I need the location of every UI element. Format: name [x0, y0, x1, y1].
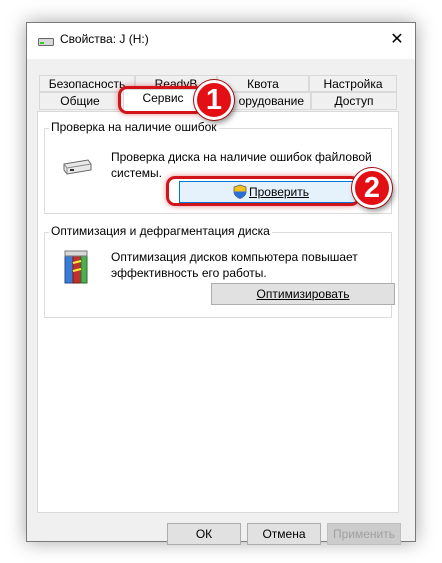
error-check-description-line2: системы. — [111, 166, 162, 180]
ok-button[interactable]: ОК — [167, 523, 241, 545]
optimize-description-line1: Оптимизация дисков компьютера повышает — [111, 250, 358, 264]
error-check-group-label: Проверка на наличие ошибок — [49, 120, 219, 134]
tab-customize[interactable]: Настройка — [309, 75, 397, 92]
error-check-description-line1: Проверка диска на наличие ошибок файлово… — [111, 150, 372, 164]
check-button-label: Проверить — [248, 185, 309, 199]
tab-sharing[interactable]: Доступ — [311, 92, 397, 110]
optimize-button[interactable]: Оптимизировать — [211, 283, 395, 305]
optimize-group-label: Оптимизация и дефрагментация диска — [49, 224, 272, 238]
drive-icon — [38, 38, 54, 46]
close-button[interactable]: ✕ — [385, 29, 409, 51]
defrag-icon — [64, 250, 88, 284]
annotation-step-1-badge: 1 — [194, 80, 234, 120]
drive-icon — [63, 159, 92, 175]
tab-general[interactable]: Общие — [39, 92, 121, 110]
optimize-group: Оптимизация и дефрагментация диска Оптим… — [44, 224, 395, 318]
cancel-button[interactable]: Отмена — [247, 523, 321, 545]
optimize-description: Оптимизация дисков компьютера повышает э… — [111, 249, 381, 281]
error-check-description: Проверка диска на наличие ошибок файлово… — [111, 149, 381, 181]
error-check-group: Проверка на наличие ошибок Проверка диск… — [44, 120, 392, 214]
optimize-button-label: Оптимизировать — [256, 287, 350, 301]
optimize-description-line2: эффективность его работы. — [111, 266, 267, 280]
title-bar[interactable]: Свойства: J (H:) ✕ — [27, 23, 415, 59]
tab-tools[interactable]: Сервис — [123, 89, 203, 113]
check-button[interactable]: Проверить — [179, 181, 363, 203]
window-title: Свойства: J (H:) — [60, 32, 149, 46]
apply-button: Применить — [327, 523, 401, 545]
uac-shield-icon — [233, 184, 247, 199]
tab-security[interactable]: Безопасность — [39, 75, 135, 92]
annotation-step-2-badge: 2 — [352, 168, 392, 208]
tools-tab-panel: Проверка на наличие ошибок Проверка диск… — [37, 111, 399, 513]
dialog-client-area: Безопасность ReadyB Квота Настройка Общи… — [27, 59, 415, 545]
